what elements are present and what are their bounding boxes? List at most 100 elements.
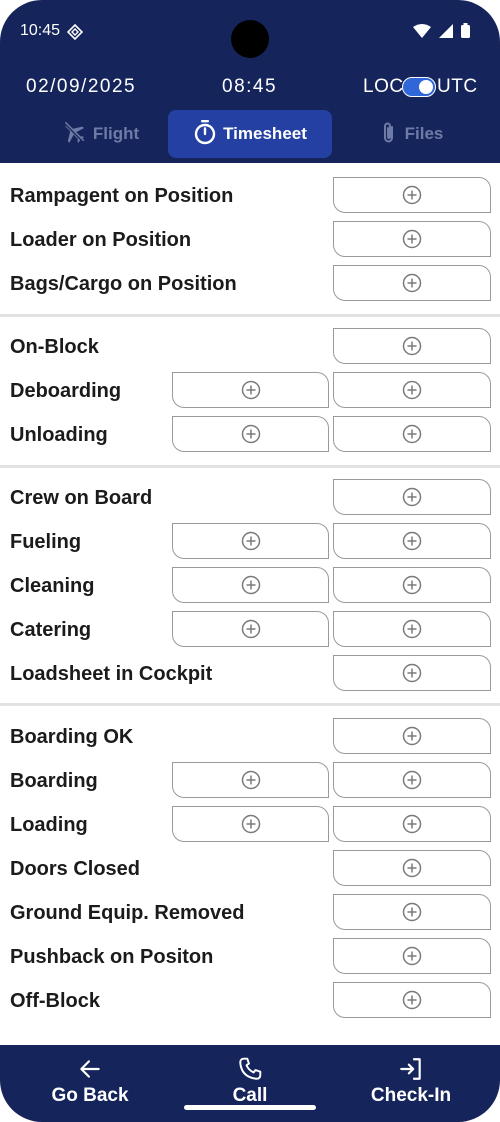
time-field[interactable] (333, 416, 491, 452)
timesheet-row: Rampagent on Position (0, 175, 500, 215)
add-circle-icon (402, 619, 422, 639)
timesheet-row: Cleaning (0, 565, 500, 605)
time-field[interactable] (333, 655, 491, 691)
timesheet-row: Loading (0, 804, 500, 844)
go-back-button[interactable]: Go Back (20, 1053, 160, 1113)
login-icon (398, 1053, 424, 1085)
add-circle-icon (402, 185, 422, 205)
timesheet-row: Boarding OK (0, 716, 500, 756)
time-field[interactable] (333, 982, 491, 1018)
time-field[interactable] (333, 718, 491, 754)
start-time-field[interactable] (172, 806, 329, 842)
timesheet-row-label: Doors Closed (10, 858, 141, 880)
timesheet-row-label: Catering (10, 619, 92, 641)
tab-bar: Flight Timesheet Files (0, 110, 500, 160)
timesheet-row-label: Deboarding (10, 380, 122, 402)
signal-icon (439, 23, 453, 43)
time-field[interactable] (333, 523, 491, 559)
add-circle-icon (402, 726, 422, 746)
timesheet-row: Loader on Position (0, 219, 500, 259)
check-in-label: Check-In (370, 1085, 452, 1106)
timesheet-row-label: Crew on Board (10, 487, 153, 509)
timesheet-row: Loadsheet in Cockpit (0, 653, 500, 693)
time-field[interactable] (333, 372, 491, 408)
timesheet-row: Bags/Cargo on Position (0, 263, 500, 303)
start-time-field[interactable] (172, 567, 329, 603)
time-field[interactable] (333, 894, 491, 930)
time-field[interactable] (333, 221, 491, 257)
section-divider (0, 314, 500, 317)
timesheet-row-label: Loader on Position (10, 229, 192, 251)
timesheet-row: Fueling (0, 521, 500, 561)
start-time-field[interactable] (172, 611, 329, 647)
start-time-field[interactable] (172, 416, 329, 452)
app-screen: 10:45 02/09/2025 08:45 LOC UTC Flight Ti… (0, 0, 500, 1122)
bottom-nav: Go Back Call Check-In (0, 1045, 500, 1122)
tab-files-label: Files (404, 124, 444, 143)
utc-label: UTC (437, 76, 478, 97)
system-icons (413, 23, 470, 43)
timesheet-row: Catering (0, 609, 500, 649)
loc-utc-toggle[interactable] (402, 77, 436, 97)
time-field[interactable] (333, 806, 491, 842)
timesheet-row-label: Cleaning (10, 575, 95, 597)
timesheet-row-label: On-Block (10, 336, 99, 358)
time-field[interactable] (333, 567, 491, 603)
add-circle-icon (402, 946, 422, 966)
add-circle-icon (402, 770, 422, 790)
start-time-field[interactable] (172, 523, 329, 559)
time-field[interactable] (333, 850, 491, 886)
timesheet-row-label: Unloading (10, 424, 108, 446)
start-time-field[interactable] (172, 762, 329, 798)
time-field[interactable] (333, 328, 491, 364)
tab-files[interactable]: Files (340, 110, 480, 158)
stopwatch-icon (193, 119, 217, 150)
timesheet-row: Pushback on Positon (0, 936, 500, 976)
add-circle-icon (402, 902, 422, 922)
tab-flight[interactable]: Flight (40, 110, 160, 158)
time-field[interactable] (333, 611, 491, 647)
timesheet-row: Ground Equip. Removed (0, 892, 500, 932)
add-circle-icon (402, 663, 422, 683)
time-field[interactable] (333, 177, 491, 213)
tab-timesheet-label: Timesheet (223, 124, 307, 143)
paperclip-icon (377, 119, 399, 150)
timesheet-row-label: Rampagent on Position (10, 185, 234, 207)
tab-timesheet[interactable]: Timesheet (168, 110, 332, 158)
timesheet-row-label: Ground Equip. Removed (10, 902, 245, 924)
camera-cutout (231, 20, 269, 58)
timesheet-row: Unloading (0, 414, 500, 454)
airplane-icon (61, 119, 87, 150)
time-field[interactable] (333, 762, 491, 798)
add-circle-icon (402, 814, 422, 834)
add-circle-icon (241, 619, 261, 639)
sim-icon (66, 23, 84, 45)
add-circle-icon (402, 273, 422, 293)
timesheet-row-label: Boarding (10, 770, 98, 792)
timesheet-row: Deboarding (0, 370, 500, 410)
time-field[interactable] (333, 479, 491, 515)
add-circle-icon (402, 531, 422, 551)
timesheet-row-label: Boarding OK (10, 726, 134, 748)
phone-icon (237, 1053, 263, 1085)
check-in-button[interactable]: Check-In (341, 1053, 481, 1113)
go-back-label: Go Back (51, 1085, 129, 1106)
timesheet-row-label: Off-Block (10, 990, 100, 1012)
timesheet-row-label: Bags/Cargo on Position (10, 273, 237, 295)
tab-flight-label: Flight (92, 124, 140, 143)
arrow-left-icon (77, 1053, 103, 1085)
section-divider (0, 703, 500, 706)
time-field[interactable] (333, 265, 491, 301)
add-circle-icon (241, 424, 261, 444)
start-time-field[interactable] (172, 372, 329, 408)
add-circle-icon (241, 531, 261, 551)
timesheet-row: Doors Closed (0, 848, 500, 888)
timesheet-row-label: Loading (10, 814, 88, 836)
add-circle-icon (241, 770, 261, 790)
add-circle-icon (402, 575, 422, 595)
app-header: 10:45 02/09/2025 08:45 LOC UTC Flight Ti… (0, 0, 500, 163)
time-field[interactable] (333, 938, 491, 974)
battery-icon (461, 23, 470, 43)
call-button[interactable]: Call (180, 1053, 320, 1113)
status-time: 10:45 (20, 22, 61, 39)
